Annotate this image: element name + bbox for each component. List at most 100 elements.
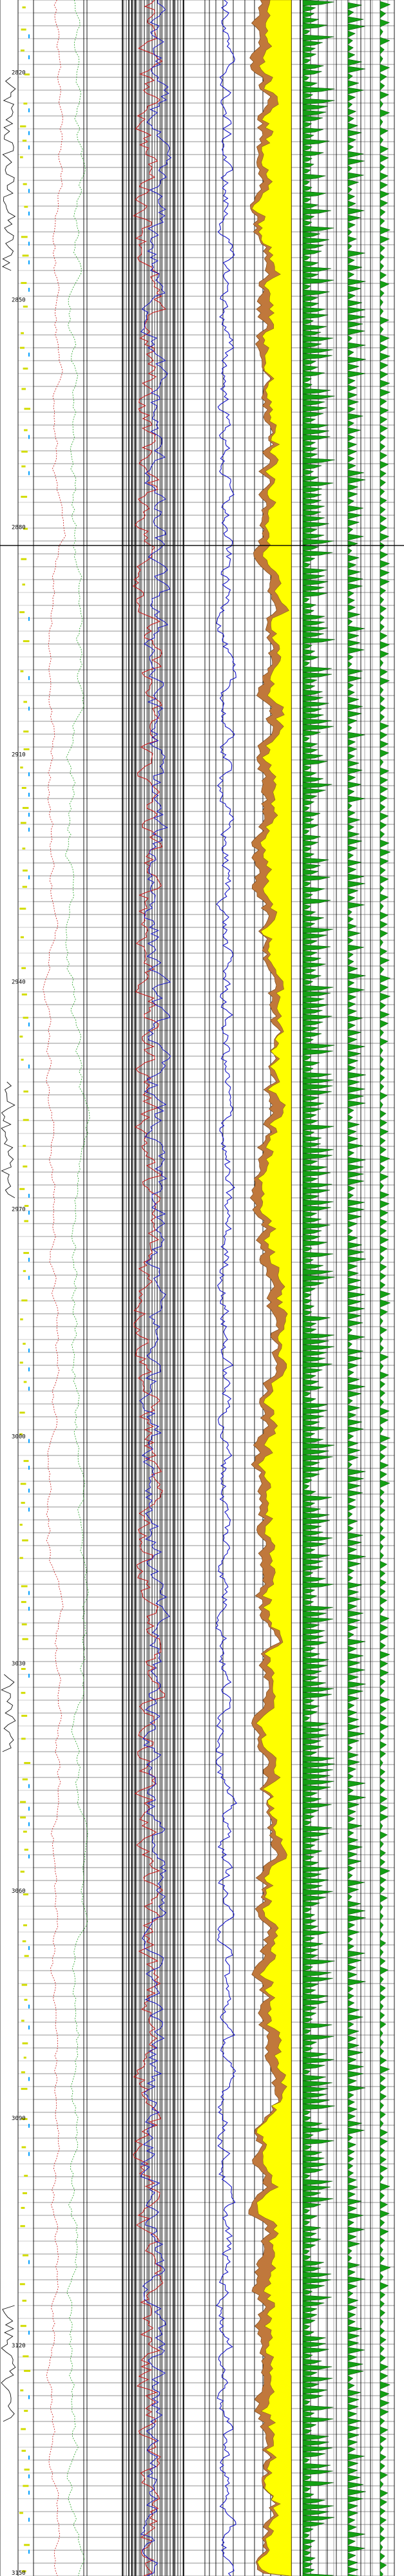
marker-dash <box>28 108 30 113</box>
marker-dash <box>21 1668 26 1670</box>
depth-label: 3120 <box>12 2343 26 2349</box>
marker-dash <box>23 1165 28 1168</box>
marker-dash <box>28 813 30 817</box>
depth-label: 2880 <box>12 525 26 531</box>
marker-dash <box>23 1381 27 1383</box>
marker-dash <box>22 6 26 8</box>
marker-dash <box>21 465 26 468</box>
grid-layer <box>0 0 395 2576</box>
marker-dash <box>21 1601 26 1604</box>
marker-dash <box>21 332 24 334</box>
marker-dash <box>21 450 28 453</box>
marker-dash <box>19 2283 25 2286</box>
marker-dash <box>28 2331 30 2335</box>
marker-dash <box>28 2474 30 2479</box>
depth-label: 2940 <box>12 979 26 985</box>
marker-dash <box>21 2428 26 2430</box>
marker-dash <box>28 260 30 265</box>
marker-dash <box>28 1439 30 1443</box>
marker-dash <box>22 2042 28 2045</box>
well-log-chart: 2820 2850 2880 2910 2940 2970 3000 3030 3060 3090… <box>0 0 404 2576</box>
marker-dash <box>23 1270 26 1273</box>
marker-dash <box>28 1854 30 1859</box>
marker-dash <box>28 2260 30 2264</box>
marker-dash <box>28 131 30 135</box>
marker-dash <box>21 558 27 560</box>
marker-dash <box>28 617 30 621</box>
marker-dash <box>21 281 27 284</box>
marker-dash <box>23 2254 29 2257</box>
marker-dash <box>21 2071 25 2074</box>
marker-dash <box>21 236 28 238</box>
marker-dash <box>28 2550 30 2554</box>
marker-dash <box>19 1524 23 1526</box>
marker-dash <box>20 125 26 128</box>
marker-dash <box>23 1252 29 1255</box>
marker-dash <box>23 367 28 370</box>
marker-dash <box>28 211 30 216</box>
marker-dash <box>22 1778 28 1781</box>
marker-dash <box>19 1412 25 1414</box>
marker-dash <box>20 1801 26 1803</box>
depth-label: 2910 <box>12 752 26 759</box>
depth-label: 2850 <box>12 298 26 304</box>
marker-dash <box>23 701 28 703</box>
marker-dash <box>24 2370 31 2372</box>
marker-dash <box>24 205 28 208</box>
depth-label: 3000 <box>12 1434 26 1440</box>
depth-label: 3090 <box>12 2116 26 2122</box>
marker-dash <box>28 1065 30 1068</box>
depth-label: 2970 <box>12 1206 26 1213</box>
marker-dash <box>21 1738 26 1740</box>
marker-dash <box>28 1784 30 1788</box>
marker-dash <box>23 1460 29 1463</box>
marker-dash <box>23 1016 28 1019</box>
marker-dash <box>21 2020 24 2022</box>
marker-dash <box>20 346 25 349</box>
marker-dash <box>28 2077 30 2081</box>
marker-dash <box>21 2088 28 2090</box>
marker-dash <box>22 583 25 586</box>
marker-dash <box>20 1816 26 1819</box>
marker-dash <box>28 145 30 149</box>
marker-dash <box>28 1022 30 1027</box>
marker-dash <box>21 967 26 969</box>
marker-dash <box>28 793 30 797</box>
marker-dash <box>24 1955 29 1957</box>
marker-dash <box>22 2300 27 2302</box>
marker-dash <box>21 2206 25 2209</box>
marker-dash <box>19 611 25 614</box>
marker-dash <box>28 2152 30 2156</box>
marker-dash <box>28 1211 30 1215</box>
marker-dash <box>23 1924 27 1927</box>
marker-dash <box>22 1539 28 1542</box>
depth-label: 3060 <box>12 1888 26 1895</box>
marker-dash <box>20 766 23 769</box>
marker-dash <box>28 1276 30 1280</box>
marker-dash <box>23 1830 27 1833</box>
marker-dash <box>28 1387 30 1391</box>
marker-dash <box>23 807 29 810</box>
marker-dash <box>19 1361 23 1364</box>
marker-dash <box>28 1258 30 1262</box>
marker-dash <box>24 2468 30 2471</box>
depth-label: 3150 <box>12 2570 26 2576</box>
marker-dash <box>19 1188 25 1190</box>
marker-dash <box>20 936 24 938</box>
marker-dash <box>21 822 26 824</box>
depth-label: 2820 <box>12 70 26 77</box>
marker-dash <box>20 2225 25 2228</box>
marker-dash <box>22 254 29 257</box>
marker-dash <box>23 1343 26 1345</box>
marker-dash <box>28 55 30 59</box>
marker-dash <box>24 1998 28 2001</box>
marker-dash <box>19 907 26 910</box>
marker-dash <box>24 2544 30 2546</box>
marker-dash <box>28 189 30 193</box>
marker-dash <box>20 1482 26 1485</box>
marker-dash <box>28 2004 30 2009</box>
depth-label: 3030 <box>12 1661 26 1667</box>
marker-dash <box>21 1502 25 1504</box>
marker-dash <box>21 495 28 498</box>
marker-dash <box>28 1674 30 1678</box>
